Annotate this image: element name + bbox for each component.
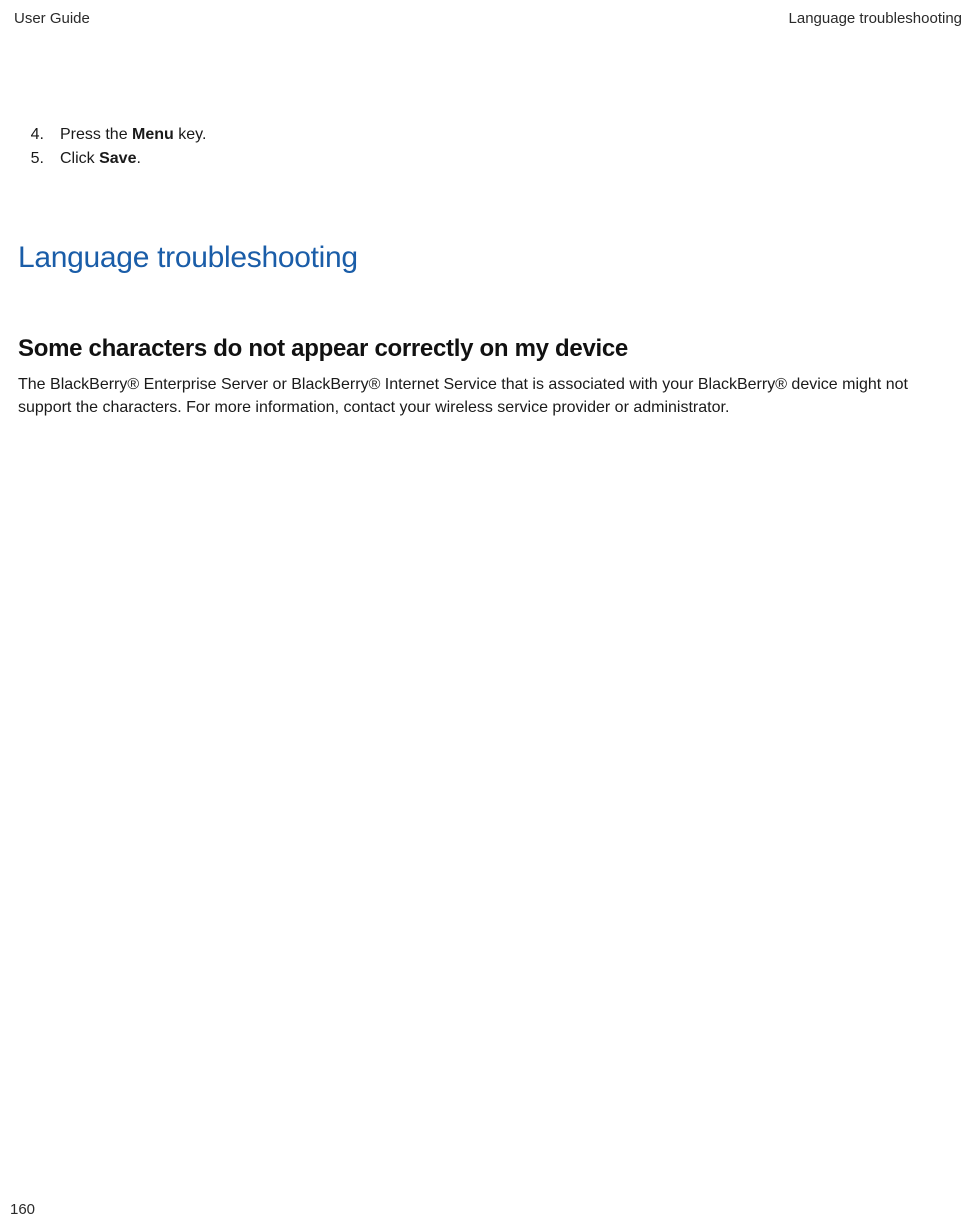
section-heading: Language troubleshooting: [18, 241, 956, 275]
step-bold: Menu: [132, 126, 174, 143]
page-number: 160: [10, 1201, 35, 1218]
list-item: 5. Click Save.: [28, 147, 956, 171]
header-right: Language troubleshooting: [789, 10, 962, 27]
step-prefix: Press the: [60, 126, 132, 143]
step-number: 5.: [28, 147, 44, 171]
page-content: 4. Press the Menu key. 5. Click Save. La…: [0, 123, 974, 419]
step-text: Click Save.: [60, 147, 956, 171]
step-suffix: .: [136, 150, 140, 167]
header-left: User Guide: [14, 10, 90, 27]
subsection-heading: Some characters do not appear correctly …: [18, 335, 956, 363]
body-paragraph: The BlackBerry® Enterprise Server or Bla…: [18, 373, 956, 419]
page-header: User Guide Language troubleshooting: [0, 0, 974, 27]
step-suffix: key.: [174, 126, 207, 143]
step-number: 4.: [28, 123, 44, 147]
steps-list: 4. Press the Menu key. 5. Click Save.: [28, 123, 956, 171]
step-bold: Save: [99, 150, 136, 167]
step-text: Press the Menu key.: [60, 123, 956, 147]
list-item: 4. Press the Menu key.: [28, 123, 956, 147]
step-prefix: Click: [60, 150, 99, 167]
